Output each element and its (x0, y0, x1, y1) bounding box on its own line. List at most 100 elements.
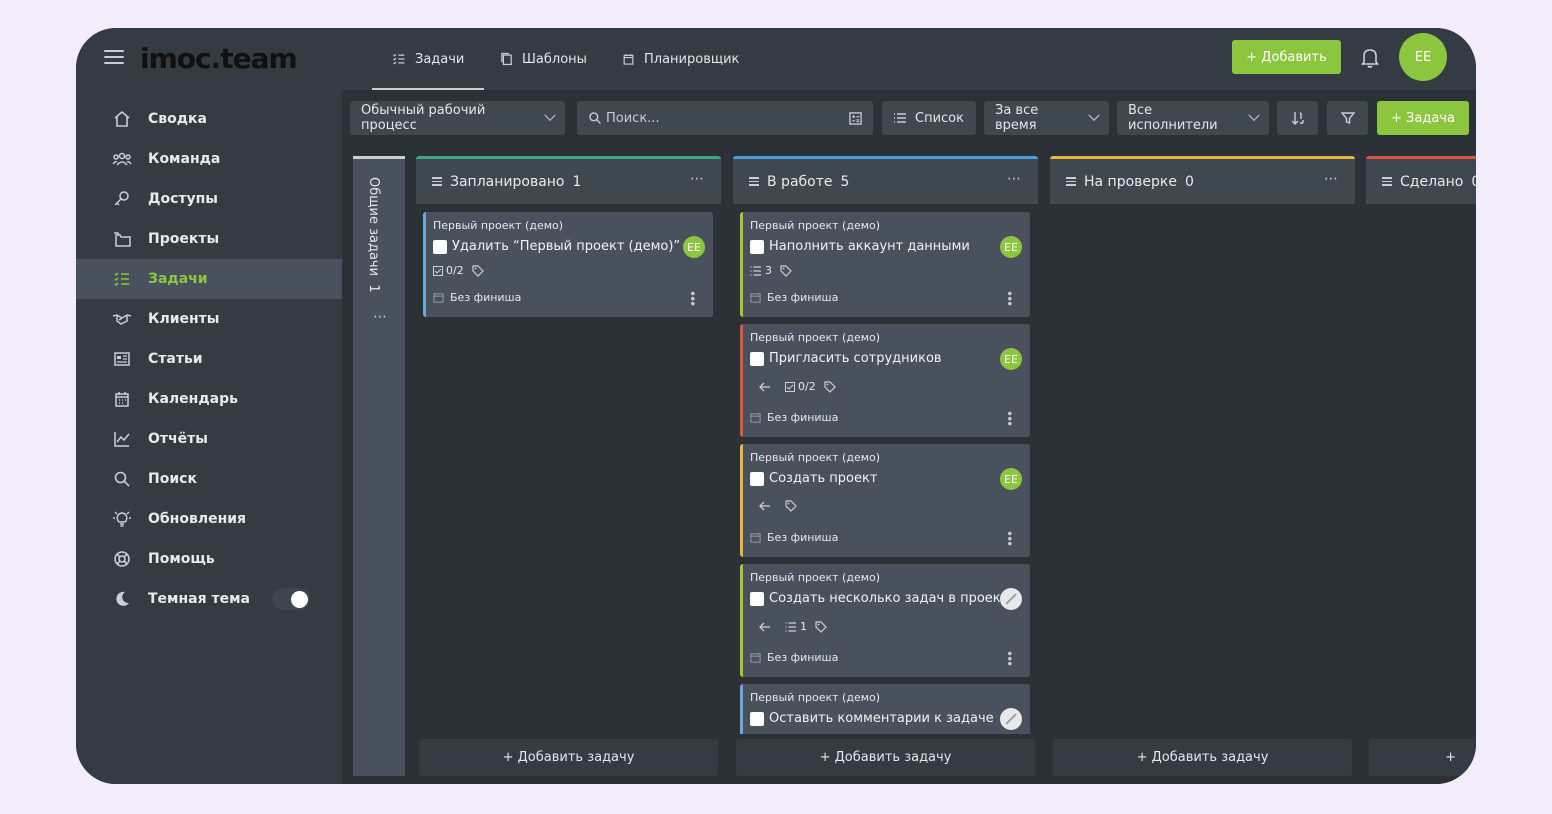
sidebar-nav: Сводка Команда Доступы Проекты Задачи Кл… (76, 99, 342, 619)
tag-icon[interactable] (780, 264, 792, 277)
view-toggle-list[interactable]: Список (882, 101, 976, 135)
tab-tasks[interactable]: Задачи (371, 28, 485, 90)
column-body (1366, 204, 1476, 734)
top-bar: Задачи Шаблоны Планировщик + Добавить EE (342, 28, 1476, 90)
tag-icon[interactable] (815, 620, 827, 633)
task-checkbox[interactable] (433, 240, 447, 254)
card-title: Пригласить сотрудников (769, 351, 942, 366)
sidebar-item-updates[interactable]: Обновления (76, 499, 342, 539)
arrow-left-icon (759, 501, 771, 511)
sidebar-item-team[interactable]: Команда (76, 139, 342, 179)
sidebar-item-help[interactable]: Помощь (76, 539, 342, 579)
sidebar-item-reports[interactable]: Отчёты (76, 419, 342, 459)
toggle-knob (290, 591, 308, 608)
view-label: Список (915, 110, 964, 126)
add-task-column-button[interactable]: + Добавить задачу (736, 739, 1035, 776)
sidebar-item-search[interactable]: Поиск (76, 459, 342, 499)
period-value: За все время (995, 103, 1039, 133)
task-checkbox[interactable] (750, 712, 764, 726)
sidebar-item-articles[interactable]: Статьи (76, 339, 342, 379)
filter-button[interactable] (1327, 101, 1368, 135)
home-icon (112, 109, 132, 129)
sidebar-item-label: Статьи (148, 351, 203, 367)
checklist-badge: 0/2 (433, 264, 464, 277)
unassigned-avatar[interactable] (1000, 588, 1022, 610)
calendar-icon (750, 412, 761, 423)
task-checkbox[interactable] (750, 472, 764, 486)
more-icon[interactable]: ••• (1002, 650, 1016, 665)
app-logo[interactable]: imoc.team (140, 42, 298, 75)
sidebar-item-projects[interactable]: Проекты (76, 219, 342, 259)
more-icon[interactable]: ⋯ (1324, 171, 1339, 187)
sidebar-item-label: Задачи (148, 271, 208, 287)
drag-handle-icon[interactable] (432, 177, 442, 186)
more-icon[interactable]: ⋯ (373, 309, 388, 325)
add-task-column-button[interactable]: + (1369, 739, 1476, 776)
task-checkbox[interactable] (750, 352, 764, 366)
unassigned-avatar[interactable] (1000, 708, 1022, 730)
workflow-select[interactable]: Обычный рабочий процесс (350, 101, 565, 135)
card-title: Создать несколько задач в проекте (769, 591, 1017, 606)
tab-planner[interactable]: Планировщик (622, 28, 739, 90)
more-icon[interactable]: ••• (1002, 530, 1016, 545)
sidebar-item-summary[interactable]: Сводка (76, 99, 342, 139)
more-icon[interactable]: ••• (685, 290, 699, 305)
drag-handle-icon[interactable] (1382, 177, 1392, 186)
task-card[interactable]: Первый проект (демо) Создать несколько з… (740, 564, 1030, 677)
calculator-icon[interactable] (849, 111, 862, 125)
sidebar-item-clients[interactable]: Клиенты (76, 299, 342, 339)
period-select[interactable]: За все время (984, 101, 1109, 135)
add-task-column-button[interactable]: + Добавить задачу (419, 739, 718, 776)
sidebar-item-label: Помощь (148, 551, 215, 567)
task-card[interactable]: Первый проект (демо) Оставить комментари… (740, 684, 1030, 734)
task-card[interactable]: Первый проект (демо) Наполнить аккаунт д… (740, 212, 1030, 317)
assignee-select[interactable]: Все исполнители (1117, 101, 1269, 135)
article-icon (112, 349, 132, 369)
calendar-icon (750, 652, 761, 663)
drag-handle-icon[interactable] (1066, 177, 1076, 186)
assignee-avatar[interactable]: EE (1000, 468, 1022, 490)
tag-icon[interactable] (472, 264, 484, 277)
add-task-button[interactable]: + Задача (1377, 101, 1469, 135)
calendar-icon (750, 292, 761, 303)
more-icon[interactable]: ⋯ (690, 171, 705, 187)
search-input[interactable]: Поиск... (577, 101, 873, 135)
menu-icon[interactable] (104, 48, 124, 66)
column-count: 1 (572, 173, 582, 190)
sort-button[interactable] (1277, 101, 1318, 135)
more-icon[interactable]: ••• (1002, 410, 1016, 425)
column-header[interactable]: Запланировано 1 ⋯ (416, 156, 721, 204)
task-checkbox[interactable] (750, 240, 764, 254)
tag-icon[interactable] (824, 380, 836, 393)
bell-icon[interactable] (1360, 47, 1380, 69)
theme-toggle[interactable] (271, 588, 310, 610)
theme-label: Темная тема (148, 591, 250, 607)
more-icon[interactable]: ••• (1002, 290, 1016, 305)
task-card[interactable]: Первый проект (демо) Создать проект EE Б… (740, 444, 1030, 557)
add-task-column-button[interactable]: + Добавить задачу (1053, 739, 1352, 776)
add-button[interactable]: + Добавить (1232, 40, 1341, 74)
tag-icon[interactable] (785, 500, 797, 512)
drag-handle-icon[interactable] (749, 177, 759, 186)
column-header[interactable]: В работе 5 ⋯ (733, 156, 1038, 204)
task-card[interactable]: Первый проект (демо) Пригласить сотрудни… (740, 324, 1030, 437)
search-icon (112, 469, 132, 489)
side-column-general[interactable]: Общие задачи 1 ⋯ (353, 156, 405, 776)
assignee-avatar[interactable]: EE (1000, 236, 1022, 258)
card-due: Без финиша (750, 291, 838, 304)
column-header[interactable]: На проверке 0 ⋯ (1050, 156, 1355, 204)
sidebar-item-access[interactable]: Доступы (76, 179, 342, 219)
task-card[interactable]: Первый проект (демо) Удалить “Первый про… (423, 212, 713, 317)
tab-templates[interactable]: Шаблоны (500, 28, 587, 90)
more-icon[interactable]: ⋯ (1007, 171, 1022, 187)
sidebar-item-calendar[interactable]: Календарь (76, 379, 342, 419)
user-avatar[interactable]: EE (1399, 33, 1447, 81)
card-title: Создать проект (769, 471, 878, 486)
sidebar-item-label: Команда (148, 151, 221, 167)
sidebar-item-tasks[interactable]: Задачи (76, 259, 342, 299)
assignee-avatar[interactable]: EE (683, 236, 705, 258)
task-checkbox[interactable] (750, 592, 764, 606)
assignee-avatar[interactable]: EE (1000, 348, 1022, 370)
filter-icon (1340, 111, 1355, 125)
column-header[interactable]: Сделано 0 (1366, 156, 1476, 204)
